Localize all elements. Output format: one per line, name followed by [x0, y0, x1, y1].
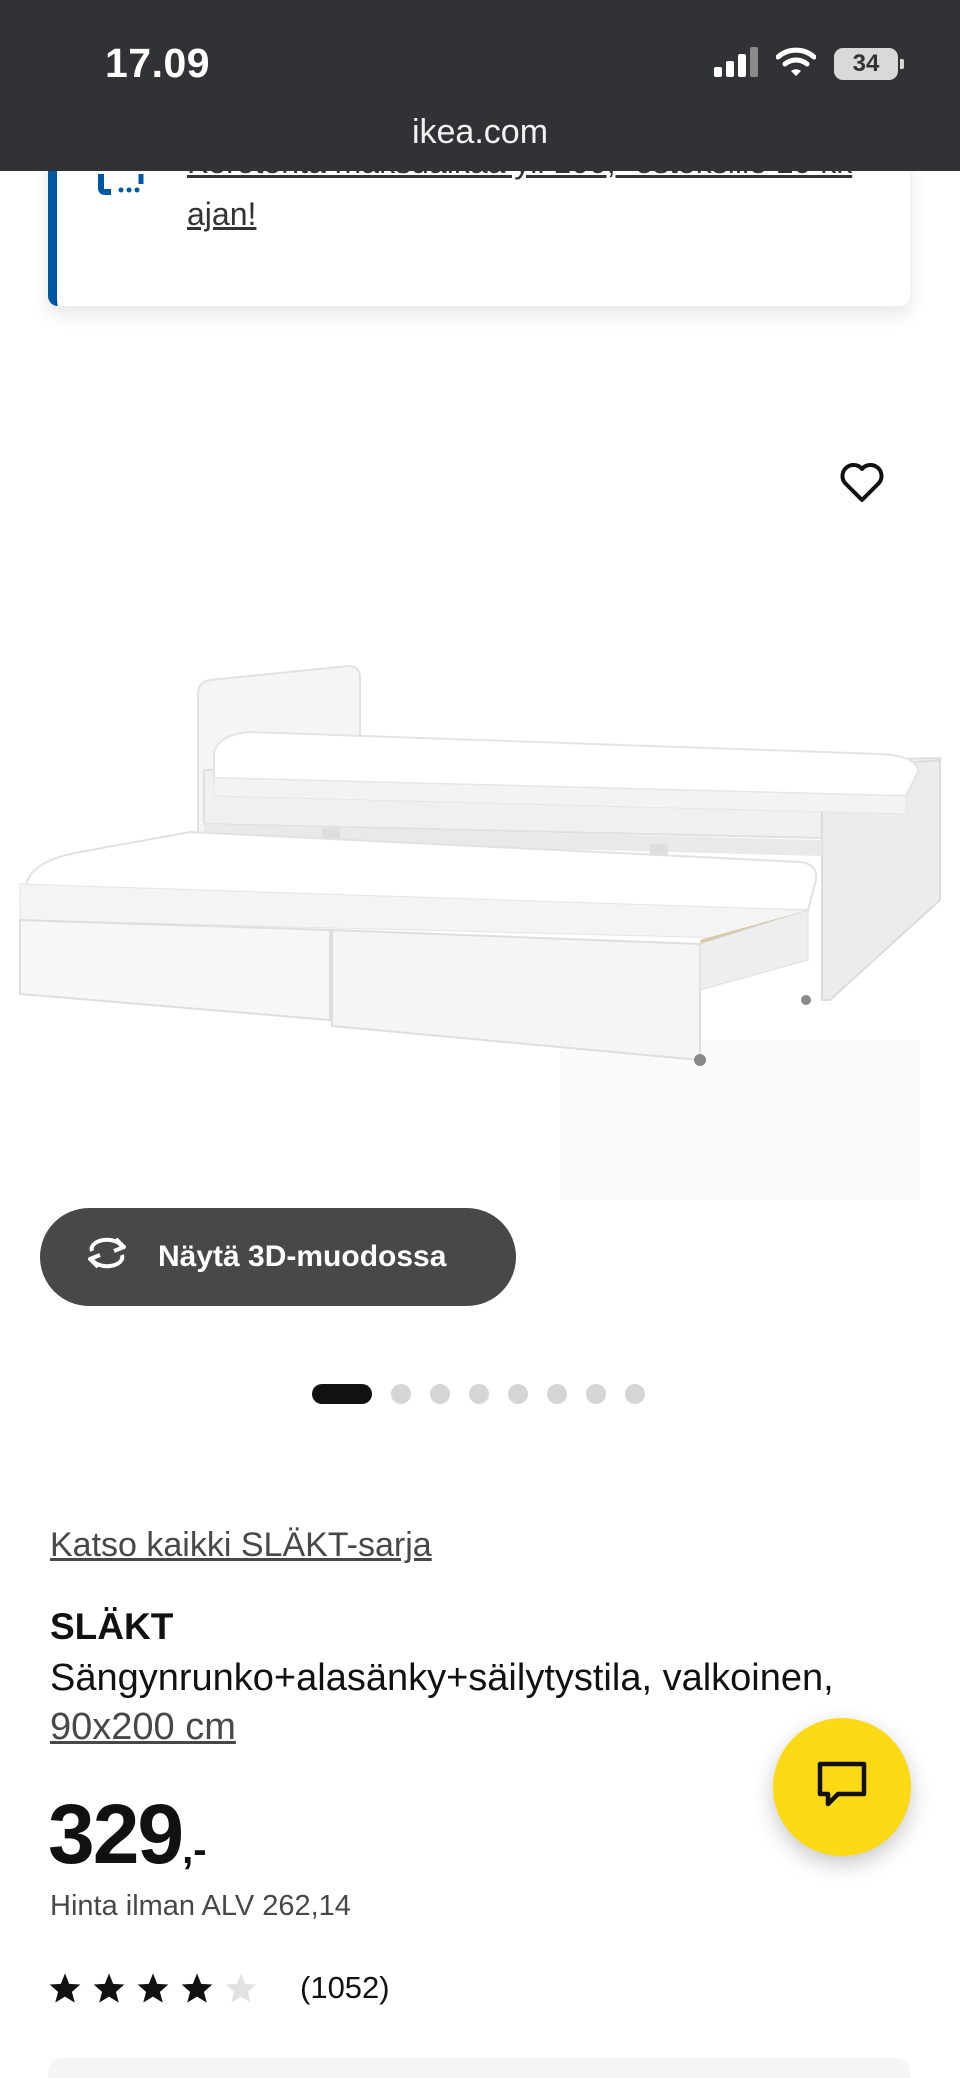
review-count[interactable]: (1052) — [300, 1970, 390, 2006]
heart-icon[interactable] — [838, 460, 886, 504]
browser-url[interactable]: ikea.com — [0, 113, 960, 152]
rotate-3d-icon — [82, 1235, 132, 1279]
product-price: 329,- — [48, 1786, 207, 1898]
carousel-dot[interactable] — [508, 1384, 528, 1404]
price-without-vat: Hinta ilman ALV 262,14 — [50, 1890, 351, 1922]
carousel-dot[interactable] — [391, 1384, 411, 1404]
next-section-card — [48, 2058, 910, 2078]
price-value: 329 — [48, 1787, 184, 1881]
price-suffix: ,- — [182, 1828, 207, 1872]
carousel-dot[interactable] — [547, 1384, 567, 1404]
carousel-dot[interactable] — [586, 1384, 606, 1404]
series-link[interactable]: Katso kaikki SLÄKT-sarja — [50, 1526, 432, 1565]
star-empty-icon — [225, 1973, 257, 2003]
carousel-dot[interactable] — [625, 1384, 645, 1404]
star-icon — [137, 1973, 169, 2003]
browser-top-bar: 17.09 34 ikea.com — [0, 0, 960, 171]
view-3d-label: Näytä 3D-muodossa — [158, 1240, 447, 1273]
payment-banner[interactable]: Korotonta maksuaikaa yli 100,- ostoksill… — [48, 150, 910, 306]
product-image[interactable] — [0, 400, 960, 1200]
status-time: 17.09 — [105, 40, 211, 86]
product-rating[interactable]: (1052) — [48, 1970, 390, 2006]
payment-card-icon — [97, 174, 147, 223]
product-description-text: Sängynrunko+alasänky+säilytystila, valko… — [50, 1657, 834, 1699]
product-description: Sängynrunko+alasänky+säilytystila, valko… — [50, 1654, 920, 1752]
cellular-signal-icon — [714, 46, 758, 82]
rating-stars — [48, 1972, 258, 2004]
chat-button[interactable] — [773, 1718, 911, 1856]
product-size-link[interactable]: 90x200 cm — [50, 1706, 236, 1748]
carousel-dot[interactable] — [469, 1384, 489, 1404]
image-carousel-indicator — [312, 1384, 645, 1404]
carousel-dot[interactable] — [430, 1384, 450, 1404]
view-3d-button[interactable]: Näytä 3D-muodossa — [40, 1208, 516, 1306]
status-icons: 34 — [714, 44, 904, 84]
star-icon — [181, 1973, 213, 2003]
wifi-icon — [775, 47, 817, 82]
chat-bubble-icon — [816, 1760, 868, 1815]
battery-icon: 34 — [834, 48, 904, 80]
star-icon — [49, 1973, 81, 2003]
carousel-dot-active[interactable] — [312, 1384, 372, 1404]
product-name: SLÄKT — [50, 1606, 174, 1647]
star-icon — [93, 1973, 125, 2003]
